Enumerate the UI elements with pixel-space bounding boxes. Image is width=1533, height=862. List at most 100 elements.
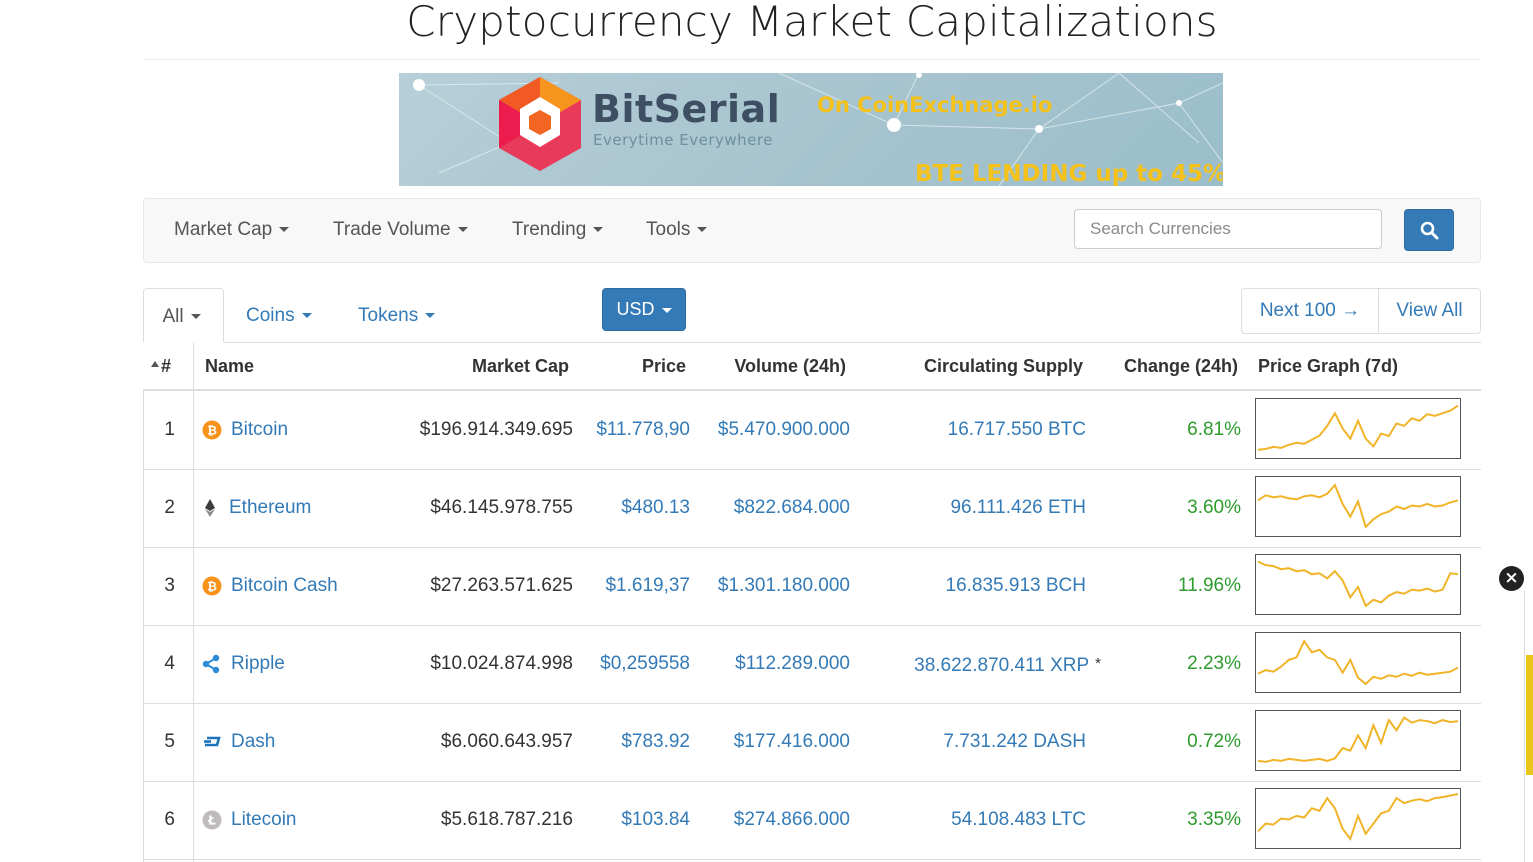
- sparkline: [1257, 560, 1459, 608]
- bitcoin-icon: ₿: [202, 420, 222, 440]
- tab-coins[interactable]: Coins: [246, 288, 312, 343]
- rank-cell: 4: [164, 653, 175, 674]
- market-cap-cell: $10.024.874.998: [430, 653, 573, 674]
- supply-value: 38.622.870.411 XRP: [914, 655, 1090, 676]
- price-link[interactable]: $0,259558: [583, 625, 690, 703]
- rank-cell: 6: [164, 809, 175, 830]
- price-graph-7d[interactable]: [1255, 476, 1461, 537]
- nav-trade-volume[interactable]: Trade Volume: [333, 218, 468, 242]
- tab-tokens-label: Tokens: [358, 305, 419, 326]
- rank-cell: 5: [164, 731, 175, 752]
- ripple-icon: [202, 654, 222, 674]
- banner-ad[interactable]: BitSerial Everytime Everywhere On CoinEx…: [399, 73, 1223, 186]
- caret-down-icon: [279, 227, 290, 233]
- header-market-cap[interactable]: Market Cap: [413, 343, 569, 390]
- table-row[interactable]: 3 ₿ Bitcoin Cash $27.263.571.625 $1.619,…: [143, 547, 1481, 626]
- header-price[interactable]: Price: [583, 343, 686, 390]
- header-change[interactable]: Change (24h): [1103, 343, 1238, 390]
- nav-tools-label: Tools: [646, 219, 691, 240]
- coin-name-link[interactable]: Dash: [231, 703, 275, 781]
- pagination: Next 100 → View All: [1241, 288, 1481, 334]
- supply-link[interactable]: 38.622.870.411 XRP *: [863, 625, 1101, 703]
- volume-link[interactable]: $5.470.900.000: [698, 391, 850, 469]
- market-cap-cell: $46.145.978.755: [430, 497, 573, 518]
- sparkline: [1257, 793, 1459, 842]
- table-row[interactable]: 4 Ripple $10.024.874.998 $0,259558 $112.…: [143, 625, 1481, 704]
- price-graph-7d[interactable]: [1255, 788, 1461, 849]
- caret-down-icon: [457, 227, 468, 233]
- header-graph: Price Graph (7d): [1258, 356, 1399, 376]
- nav-trending-label: Trending: [512, 219, 587, 240]
- caret-down-icon: [593, 227, 604, 233]
- litecoin-icon: Ł: [202, 810, 222, 830]
- ethereum-icon: [200, 498, 220, 518]
- table-row[interactable]: 1 ₿ Bitcoin $196.914.349.695 $11.778,90 …: [143, 391, 1481, 470]
- header-rank[interactable]: #: [151, 343, 179, 390]
- sparkline-path: [1257, 716, 1459, 763]
- price-graph-7d[interactable]: [1255, 632, 1461, 693]
- tab-tokens[interactable]: Tokens: [358, 288, 436, 343]
- volume-link[interactable]: $112.289.000: [698, 625, 850, 703]
- header-volume[interactable]: Volume (24h): [703, 343, 846, 390]
- header-rank-label: #: [161, 356, 172, 376]
- bitcoin-cash-icon: ₿: [202, 576, 222, 596]
- banner-exchange-text: On CoinExchnage.io: [817, 93, 1053, 117]
- supply-link[interactable]: 54.108.483 LTC: [863, 781, 1086, 859]
- change-cell: 6.81%: [1187, 419, 1241, 440]
- view-all-button[interactable]: View All: [1379, 289, 1480, 333]
- sort-asc-icon: [151, 361, 159, 367]
- price-link[interactable]: $11.778,90: [583, 391, 690, 469]
- title-divider: [143, 59, 1481, 60]
- volume-link[interactable]: $822.684.000: [698, 469, 850, 547]
- header-supply[interactable]: Circulating Supply: [873, 343, 1083, 390]
- nav-market-cap[interactable]: Market Cap: [174, 218, 290, 242]
- main-navbar: Market Cap Trade Volume Trending Tools: [143, 198, 1481, 263]
- change-cell: 11.96%: [1177, 575, 1241, 596]
- svg-text:₿: ₿: [207, 424, 217, 438]
- supply-link[interactable]: 16.717.550 BTC: [863, 391, 1086, 469]
- coin-name-link[interactable]: Ethereum: [229, 469, 311, 547]
- currency-label: USD: [616, 299, 655, 319]
- volume-link[interactable]: $1.301.180.000: [698, 547, 850, 625]
- header-name[interactable]: Name: [205, 343, 254, 390]
- close-ad-icon[interactable]: ×: [1499, 566, 1524, 591]
- table-row[interactable]: 6 Ł Litecoin $5.618.787.216 $103.84 $274…: [143, 781, 1481, 860]
- change-cell: 2.23%: [1187, 653, 1241, 674]
- next-100-button[interactable]: Next 100 →: [1242, 289, 1378, 333]
- rank-column-border: [193, 343, 194, 862]
- nav-trending[interactable]: Trending: [512, 218, 604, 242]
- caret-down-icon: [425, 313, 436, 319]
- search-icon: [1420, 221, 1439, 240]
- search-input[interactable]: [1074, 209, 1382, 249]
- price-link[interactable]: $783.92: [583, 703, 690, 781]
- supply-link[interactable]: 96.111.426 ETH: [863, 469, 1086, 547]
- supply-link[interactable]: 16.835.913 BCH: [863, 547, 1087, 625]
- price-link[interactable]: $480.13: [583, 469, 690, 547]
- caret-down-icon: [661, 307, 672, 313]
- price-graph-7d[interactable]: [1255, 398, 1461, 459]
- price-link[interactable]: $103.84: [583, 781, 690, 859]
- price-link[interactable]: $1.619,37: [583, 547, 690, 625]
- sparkline-path: [1257, 560, 1459, 608]
- table-row[interactable]: 2 Ethereum $46.145.978.755 $480.13 $822.…: [143, 469, 1481, 548]
- volume-link[interactable]: $274.866.000: [698, 781, 850, 859]
- coin-name-link[interactable]: Bitcoin Cash: [231, 547, 338, 625]
- currency-dropdown-button[interactable]: USD: [602, 288, 686, 331]
- sparkline: [1257, 639, 1459, 686]
- tab-all[interactable]: All: [143, 288, 224, 343]
- table-left-border: [143, 391, 144, 862]
- nav-trade-volume-label: Trade Volume: [333, 219, 451, 240]
- price-graph-7d[interactable]: [1255, 710, 1461, 771]
- search-button[interactable]: [1404, 209, 1454, 251]
- volume-link[interactable]: $177.416.000: [698, 703, 850, 781]
- change-cell: 3.35%: [1187, 809, 1241, 830]
- coin-name-link[interactable]: Ripple: [231, 625, 285, 703]
- coin-name-link[interactable]: Bitcoin: [231, 391, 288, 469]
- caret-down-icon: [190, 314, 201, 320]
- nav-tools[interactable]: Tools: [646, 218, 708, 242]
- table-row[interactable]: 5 Dash $6.060.643.957 $783.92 $177.416.0…: [143, 703, 1481, 782]
- coin-name-link[interactable]: Litecoin: [231, 781, 297, 859]
- sparkline: [1257, 483, 1459, 529]
- price-graph-7d[interactable]: [1255, 554, 1461, 615]
- supply-link[interactable]: 7.731.242 DASH: [863, 703, 1086, 781]
